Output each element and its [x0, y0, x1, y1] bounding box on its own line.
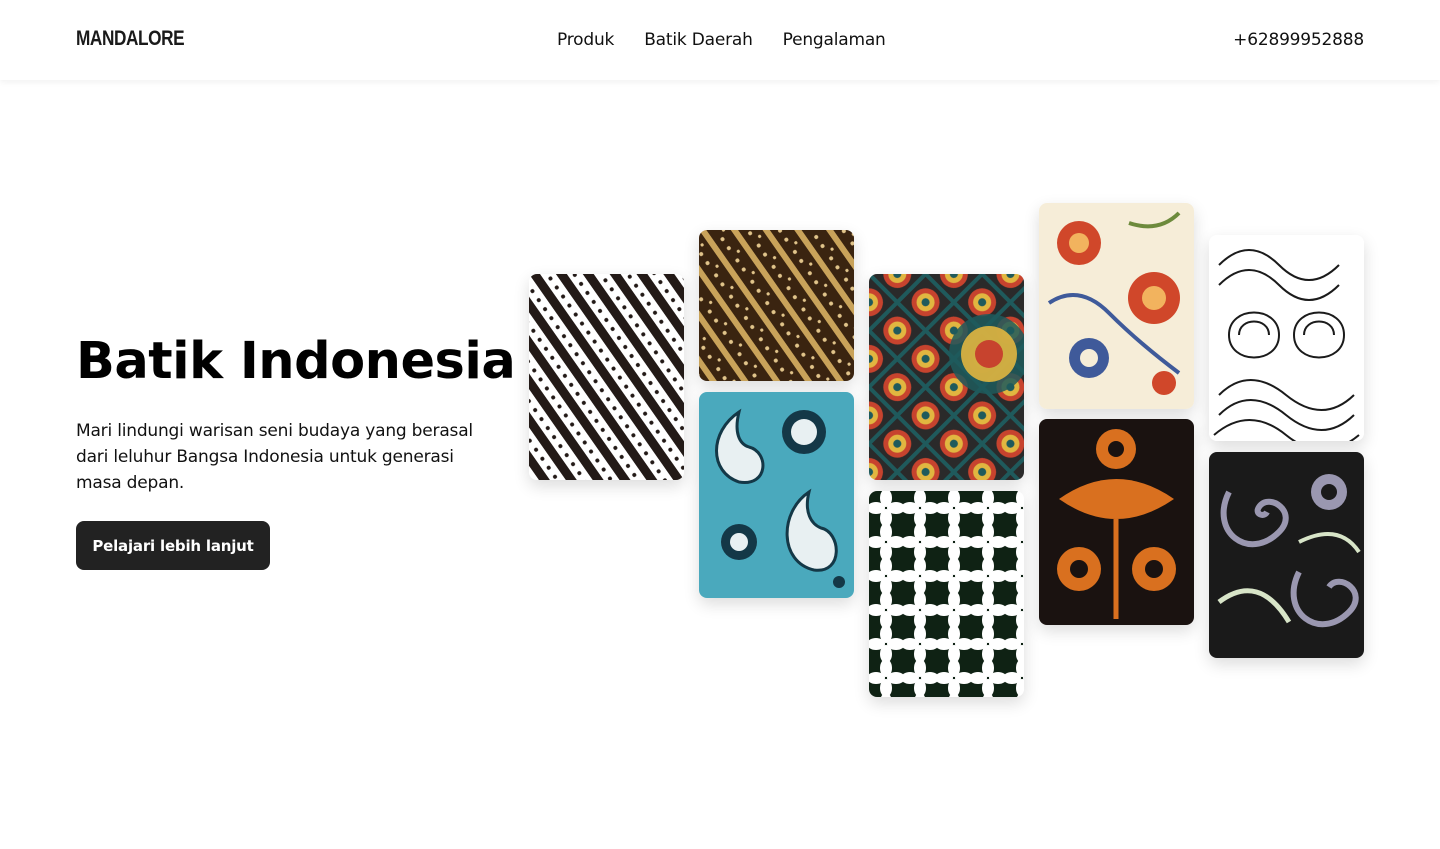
batik-tile-kawung-green-white[interactable]: [869, 491, 1024, 697]
batik-tile-mosaic-medallion[interactable]: [869, 274, 1024, 480]
batik-pattern-image: [869, 274, 1024, 480]
nav-link-batik-daerah[interactable]: Batik Daerah: [644, 30, 753, 50]
batik-tile-swirl-line-art[interactable]: [1209, 235, 1364, 441]
nav-links: Produk Batik Daerah Pengalaman: [557, 30, 886, 50]
batik-pattern-image: [529, 274, 684, 480]
batik-pattern-image: [1039, 419, 1194, 625]
batik-tile-parang-brown-gold[interactable]: [699, 230, 854, 381]
batik-pattern-image: [1039, 203, 1194, 409]
navbar: MANDALORE Produk Batik Daerah Pengalaman…: [0, 0, 1440, 80]
batik-tile-floral-orange-black[interactable]: [1039, 419, 1194, 625]
learn-more-button[interactable]: Pelajari lebih lanjut: [76, 521, 270, 570]
batik-tile-paisley-grey-black[interactable]: [1209, 452, 1364, 658]
nav-link-pengalaman[interactable]: Pengalaman: [783, 30, 886, 50]
nav-link-produk[interactable]: Produk: [557, 30, 614, 50]
brand-logo[interactable]: MANDALORE: [76, 27, 185, 51]
phone-number[interactable]: +62899952888: [1233, 30, 1364, 50]
batik-tile-paisley-teal[interactable]: [699, 392, 854, 598]
hero-description: Mari lindungi warisan seni budaya yang b…: [76, 421, 473, 493]
batik-tile-parang-black-white[interactable]: [529, 274, 684, 480]
batik-pattern-image: [869, 491, 1024, 697]
batik-pattern-image: [1209, 235, 1364, 441]
batik-pattern-image: [1209, 452, 1364, 658]
batik-pattern-image: [699, 392, 854, 598]
batik-pattern-image: [699, 230, 854, 381]
batik-tile-floral-cream[interactable]: [1039, 203, 1194, 409]
hero-title: Batik Indonesia: [76, 332, 516, 391]
